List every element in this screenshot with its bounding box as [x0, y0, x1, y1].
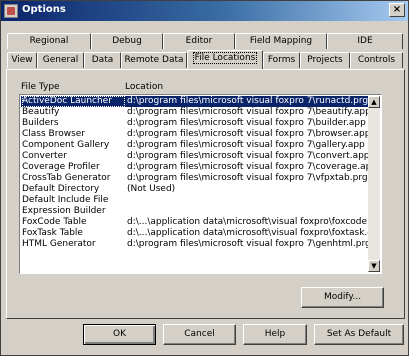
help-button[interactable]: Help	[243, 324, 307, 345]
close-button[interactable]: ×	[389, 3, 405, 17]
column-header-location: Location	[125, 82, 164, 92]
list-item[interactable]: Expression Builder	[21, 206, 370, 217]
list-item[interactable]: Default Include File	[21, 195, 370, 206]
list-item[interactable]: Component Gallery d:\program files\micros…	[21, 140, 370, 151]
tab-file-locations[interactable]: File Locations	[187, 50, 263, 69]
tab-field-mapping[interactable]: Field Mapping	[235, 33, 327, 49]
list-item[interactable]: FoxTask Table d:\...\application data\mic…	[21, 228, 371, 239]
set-as-default-button[interactable]: Set As Default	[314, 324, 404, 345]
scroll-up-button[interactable]: ▲	[368, 96, 380, 108]
app-icon	[4, 4, 18, 18]
list-item[interactable]: Converter d:\program files\microsoft visu…	[21, 151, 370, 162]
options-window: Options × Regional Debug Editor Field Ma…	[0, 0, 409, 356]
vertical-scrollbar[interactable]: ▲ ▼	[368, 96, 380, 272]
window-title: Options	[22, 4, 66, 15]
scroll-down-button[interactable]: ▼	[368, 260, 380, 272]
list-item[interactable]: Class Browser d:\program files\microsoft …	[21, 129, 370, 140]
tab-projects[interactable]: Projects	[300, 52, 350, 68]
list-item[interactable]: Coverage Profiler d:\program files\micros…	[21, 162, 371, 173]
tab-remote-data[interactable]: Remote Data	[121, 52, 187, 68]
list-item[interactable]: FoxCode Table d:\...\application data\mic…	[21, 217, 371, 228]
tab-forms[interactable]: Forms	[263, 52, 300, 68]
file-locations-list[interactable]: ActiveDoc Launcher d:\program files\micro…	[19, 94, 382, 274]
title-bar[interactable]: Options ×	[1, 1, 408, 21]
tab-controls[interactable]: Controls	[350, 52, 403, 68]
list-item[interactable]: CrossTab Generator d:\program files\micro…	[21, 173, 370, 184]
list-item[interactable]: Builders d:\program files\microsoft visua…	[21, 118, 370, 129]
tab-debug[interactable]: Debug	[91, 33, 163, 49]
tab-view[interactable]: View	[7, 52, 37, 68]
list-item[interactable]: ActiveDoc Launcher d:\program files\micro…	[21, 96, 370, 107]
ok-button[interactable]: OK	[83, 324, 156, 345]
cancel-button[interactable]: Cancel	[163, 324, 236, 345]
tab-general[interactable]: General	[37, 52, 84, 68]
tab-editor[interactable]: Editor	[163, 33, 235, 49]
list-item[interactable]: HTML Generator d:\program files\microsoft…	[21, 239, 371, 250]
tab-data[interactable]: Data	[84, 52, 121, 68]
list-item[interactable]: Default Directory (Not Used)	[21, 184, 370, 195]
column-header-file-type: File Type	[21, 82, 60, 92]
modify-button[interactable]: Modify...	[301, 287, 384, 308]
list-item[interactable]: Beautify d:\program files\microsoft visua…	[21, 107, 371, 118]
tab-regional[interactable]: Regional	[7, 33, 91, 49]
tab-ide[interactable]: IDE	[327, 33, 403, 49]
